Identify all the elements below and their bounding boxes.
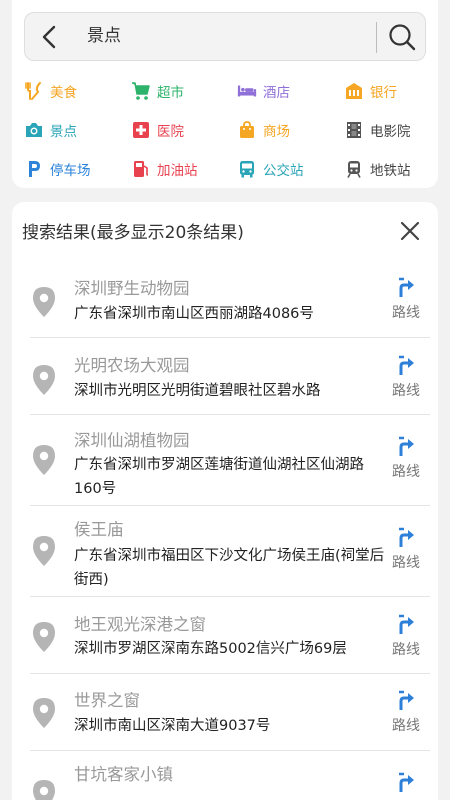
category-bus-stop[interactable]: 公交站 (237, 157, 304, 181)
result-address: 深圳市光明区光明街道碧眼社区碧水路 (74, 383, 321, 399)
result-item[interactable]: 深圳仙湖植物园 广东省深圳市罗湖区莲塘街道仙湖社区仙湖路160号 路线 (30, 415, 430, 506)
category-label: 商场 (263, 124, 290, 140)
category-label: 公交站 (263, 163, 304, 179)
route-turn-icon (399, 690, 414, 710)
close-icon[interactable] (398, 219, 422, 243)
result-address: 广东省深圳市罗湖区莲塘街道仙湖社区仙湖路160号 (74, 457, 364, 497)
bank-icon (344, 81, 364, 101)
food-icon (24, 81, 44, 101)
shopping-bag-icon (237, 120, 257, 140)
result-address: 广东省深圳市南山区西丽湖路4086号 (74, 306, 314, 322)
route-label: 路线 (392, 305, 420, 321)
category-label: 医院 (157, 124, 184, 140)
route-button[interactable]: 路线 (386, 613, 426, 659)
bus-icon (237, 159, 257, 179)
result-item[interactable]: 世界之窗 深圳市南山区深南大道9037号 路线 (30, 674, 430, 751)
category-subway[interactable]: 地铁站 (344, 157, 411, 181)
subway-icon (344, 159, 364, 179)
location-pin-icon (33, 365, 55, 395)
result-item[interactable]: 侯王庙 广东省深圳市福田区下沙文化广场侯王庙(祠堂后街西) 路线 (30, 506, 430, 597)
route-turn-icon (399, 355, 414, 375)
category-label: 酒店 (263, 85, 290, 101)
route-label: 路线 (392, 642, 420, 658)
hospital-cross-icon (131, 120, 151, 140)
category-gas-station[interactable]: 加油站 (131, 157, 198, 181)
category-bank[interactable]: 银行 (344, 79, 397, 103)
result-address: 深圳市南山区深南大道9037号 (74, 718, 271, 734)
location-pin-icon (33, 622, 55, 652)
camera-icon (24, 120, 44, 140)
location-pin-icon (33, 445, 55, 475)
category-supermarket[interactable]: 超市 (131, 79, 184, 103)
route-label: 路线 (392, 718, 420, 734)
search-results-panel: 搜索结果(最多显示20条结果) 深圳野生动物园 广东省深圳市南山区西丽湖路408… (12, 202, 438, 800)
result-name: 地王观光深港之窗 (74, 615, 206, 634)
route-turn-icon (399, 772, 414, 792)
location-pin-icon (33, 698, 55, 728)
category-label: 景点 (50, 124, 77, 140)
route-turn-icon (399, 436, 414, 456)
category-parking[interactable]: 停车场 (24, 157, 91, 181)
search-divider (376, 22, 377, 53)
search-input[interactable]: 景点 (87, 13, 121, 60)
category-label: 超市 (157, 85, 184, 101)
result-address: 深圳市罗湖区深南东路5002信兴广场69层 (74, 641, 347, 657)
route-button[interactable] (386, 771, 426, 793)
result-item[interactable]: 光明农场大观园 深圳市光明区光明街道碧眼社区碧水路 路线 (30, 338, 430, 415)
category-label: 地铁站 (370, 163, 411, 179)
result-item[interactable]: 地王观光深港之窗 深圳市罗湖区深南东路5002信兴广场69层 路线 (30, 597, 430, 674)
parking-icon (24, 159, 44, 179)
back-arrow-icon[interactable] (37, 23, 63, 51)
route-turn-icon (399, 614, 414, 634)
result-name: 甘坑客家小镇 (74, 765, 173, 784)
route-label: 路线 (392, 464, 420, 480)
route-turn-icon (399, 527, 414, 547)
route-label: 路线 (392, 383, 420, 399)
category-label: 电影院 (370, 124, 411, 140)
category-label: 加油站 (157, 163, 198, 179)
result-address: 广东省深圳市福田区下沙文化广场侯王庙(祠堂后街西) (74, 548, 385, 588)
top-panel: 景点 美食 超市 酒店 银行 景点 医院 商场 电影院 停车场 加油站 公交站 … (12, 0, 438, 188)
category-cinema[interactable]: 电影院 (344, 118, 411, 142)
category-label: 银行 (370, 85, 397, 101)
result-item[interactable]: 甘坑客家小镇 (30, 751, 430, 800)
route-button[interactable]: 路线 (386, 435, 426, 481)
route-turn-icon (399, 277, 414, 297)
result-name: 深圳仙湖植物园 (74, 431, 190, 450)
route-button[interactable]: 路线 (386, 526, 426, 572)
category-scenic-spot[interactable]: 景点 (24, 118, 77, 142)
category-food[interactable]: 美食 (24, 79, 77, 103)
result-name: 世界之窗 (74, 691, 140, 710)
category-hospital[interactable]: 医院 (131, 118, 184, 142)
result-item[interactable]: 深圳野生动物园 广东省深圳市南山区西丽湖路4086号 路线 (30, 252, 430, 338)
film-icon (344, 120, 364, 140)
route-label: 路线 (392, 555, 420, 571)
search-bar[interactable]: 景点 (24, 12, 426, 61)
category-mall[interactable]: 商场 (237, 118, 290, 142)
route-button[interactable]: 路线 (386, 354, 426, 400)
gas-station-icon (131, 159, 151, 179)
location-pin-icon (33, 536, 55, 566)
result-name: 侯王庙 (74, 520, 124, 539)
category-label: 停车场 (50, 163, 91, 179)
location-pin-icon (33, 287, 55, 317)
category-label: 美食 (50, 85, 77, 101)
category-hotel[interactable]: 酒店 (237, 79, 290, 103)
cart-icon (131, 81, 151, 101)
route-button[interactable]: 路线 (386, 276, 426, 322)
result-name: 深圳野生动物园 (74, 279, 190, 298)
search-icon[interactable] (387, 22, 417, 52)
results-header: 搜索结果(最多显示20条结果) (22, 223, 244, 243)
result-name: 光明农场大观园 (74, 356, 190, 375)
route-button[interactable]: 路线 (386, 689, 426, 735)
location-pin-icon (33, 780, 55, 800)
hotel-bed-icon (237, 81, 257, 101)
